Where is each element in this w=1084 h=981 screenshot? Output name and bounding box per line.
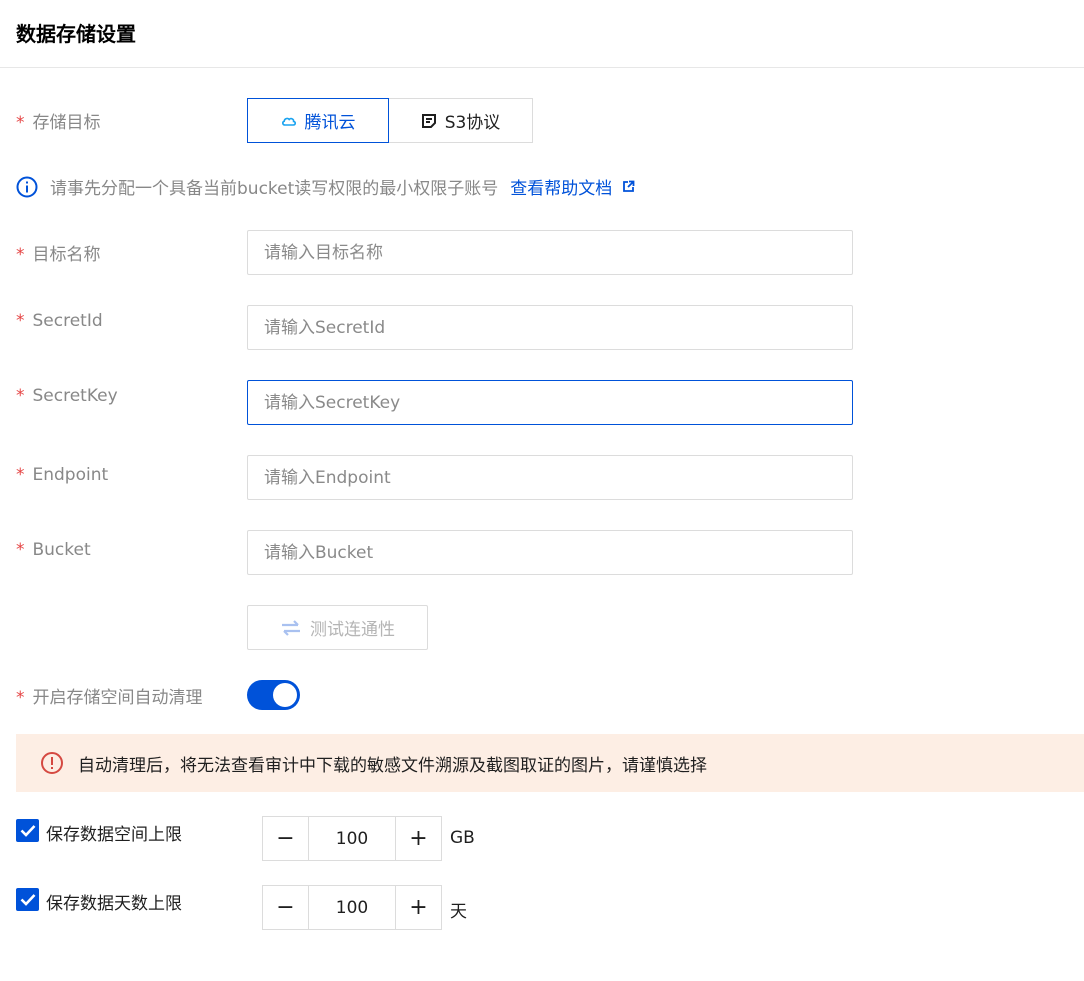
endpoint-label: * Endpoint [16, 465, 108, 485]
auto-clean-label-text: 开启存储空间自动清理 [32, 688, 203, 708]
test-connectivity-button[interactable]: 测试连通性 [247, 605, 428, 650]
auto-clean-toggle[interactable] [247, 680, 300, 710]
target-option-label: 腾讯云 [304, 113, 356, 133]
warning-banner: 自动清理后，将无法查看审计中下载的敏感文件溯源及截图取证的图片，请谨慎选择 [16, 734, 1084, 792]
bucket-label: * Bucket [16, 540, 91, 560]
storage-target-label: * 存储目标 [16, 108, 101, 133]
document-icon [421, 113, 437, 129]
days-limit-stepper: − 100 + [262, 885, 442, 930]
days-limit-value[interactable]: 100 [309, 886, 395, 929]
target-option-s3[interactable]: S3协议 [388, 98, 533, 143]
target-option-label: S3协议 [444, 113, 501, 133]
swap-arrows-icon [282, 619, 300, 636]
info-notice: 请事先分配一个具备当前bucket读写权限的最小权限子账号 查看帮助文档 [16, 174, 635, 199]
auto-clean-label: * 开启存储空间自动清理 [16, 683, 203, 708]
page-title: 数据存储设置 [16, 22, 136, 46]
space-limit-checkbox[interactable] [16, 819, 39, 842]
cloud-icon [281, 115, 297, 127]
required-mark: * [16, 688, 25, 708]
checkmark-icon [20, 894, 35, 906]
bucket-input[interactable] [247, 530, 853, 575]
field-label-text: 目标名称 [32, 245, 101, 265]
help-doc-link-label: 查看帮助文档 [510, 179, 613, 199]
header-divider [0, 67, 1084, 68]
endpoint-input[interactable] [247, 455, 853, 500]
test-connectivity-label: 测试连通性 [310, 620, 395, 640]
field-label-text: Endpoint [32, 465, 109, 485]
required-mark: * [16, 245, 25, 265]
days-limit-label: 保存数据天数上限 [46, 894, 182, 914]
space-limit-stepper: − 100 + [262, 816, 442, 861]
field-label-text: SecretKey [32, 386, 118, 406]
toggle-knob [273, 683, 297, 707]
external-link-icon [623, 180, 635, 192]
increment-button[interactable]: + [395, 886, 441, 929]
secret-key-label: * SecretKey [16, 386, 118, 406]
warning-text: 自动清理后，将无法查看审计中下载的敏感文件溯源及截图取证的图片，请谨慎选择 [78, 755, 707, 776]
required-mark: * [16, 540, 25, 560]
target-name-input[interactable] [247, 230, 853, 275]
decrement-button[interactable]: − [263, 886, 309, 929]
days-limit-unit: 天 [450, 902, 467, 922]
secret-id-input[interactable] [247, 305, 853, 350]
warning-icon [41, 752, 63, 774]
required-mark: * [16, 311, 25, 331]
required-mark: * [16, 465, 25, 485]
increment-button[interactable]: + [395, 817, 441, 860]
target-name-label: * 目标名称 [16, 240, 101, 265]
info-text: 请事先分配一个具备当前bucket读写权限的最小权限子账号 [50, 179, 499, 199]
checkmark-icon [20, 825, 35, 837]
secret-id-label: * SecretId [16, 311, 103, 331]
storage-target-label-text: 存储目标 [32, 113, 101, 133]
help-doc-link[interactable]: 查看帮助文档 [510, 174, 635, 199]
field-label-text: Bucket [32, 540, 91, 560]
required-mark: * [16, 113, 25, 133]
secret-key-input[interactable] [247, 380, 853, 425]
required-mark: * [16, 386, 25, 406]
space-limit-label: 保存数据空间上限 [46, 825, 182, 845]
space-limit-unit: GB [450, 828, 475, 848]
target-option-tencent-cloud[interactable]: 腾讯云 [247, 98, 389, 143]
info-icon [16, 176, 38, 197]
field-label-text: SecretId [32, 311, 103, 331]
space-limit-value[interactable]: 100 [309, 817, 395, 860]
decrement-button[interactable]: − [263, 817, 309, 860]
days-limit-checkbox[interactable] [16, 888, 39, 911]
